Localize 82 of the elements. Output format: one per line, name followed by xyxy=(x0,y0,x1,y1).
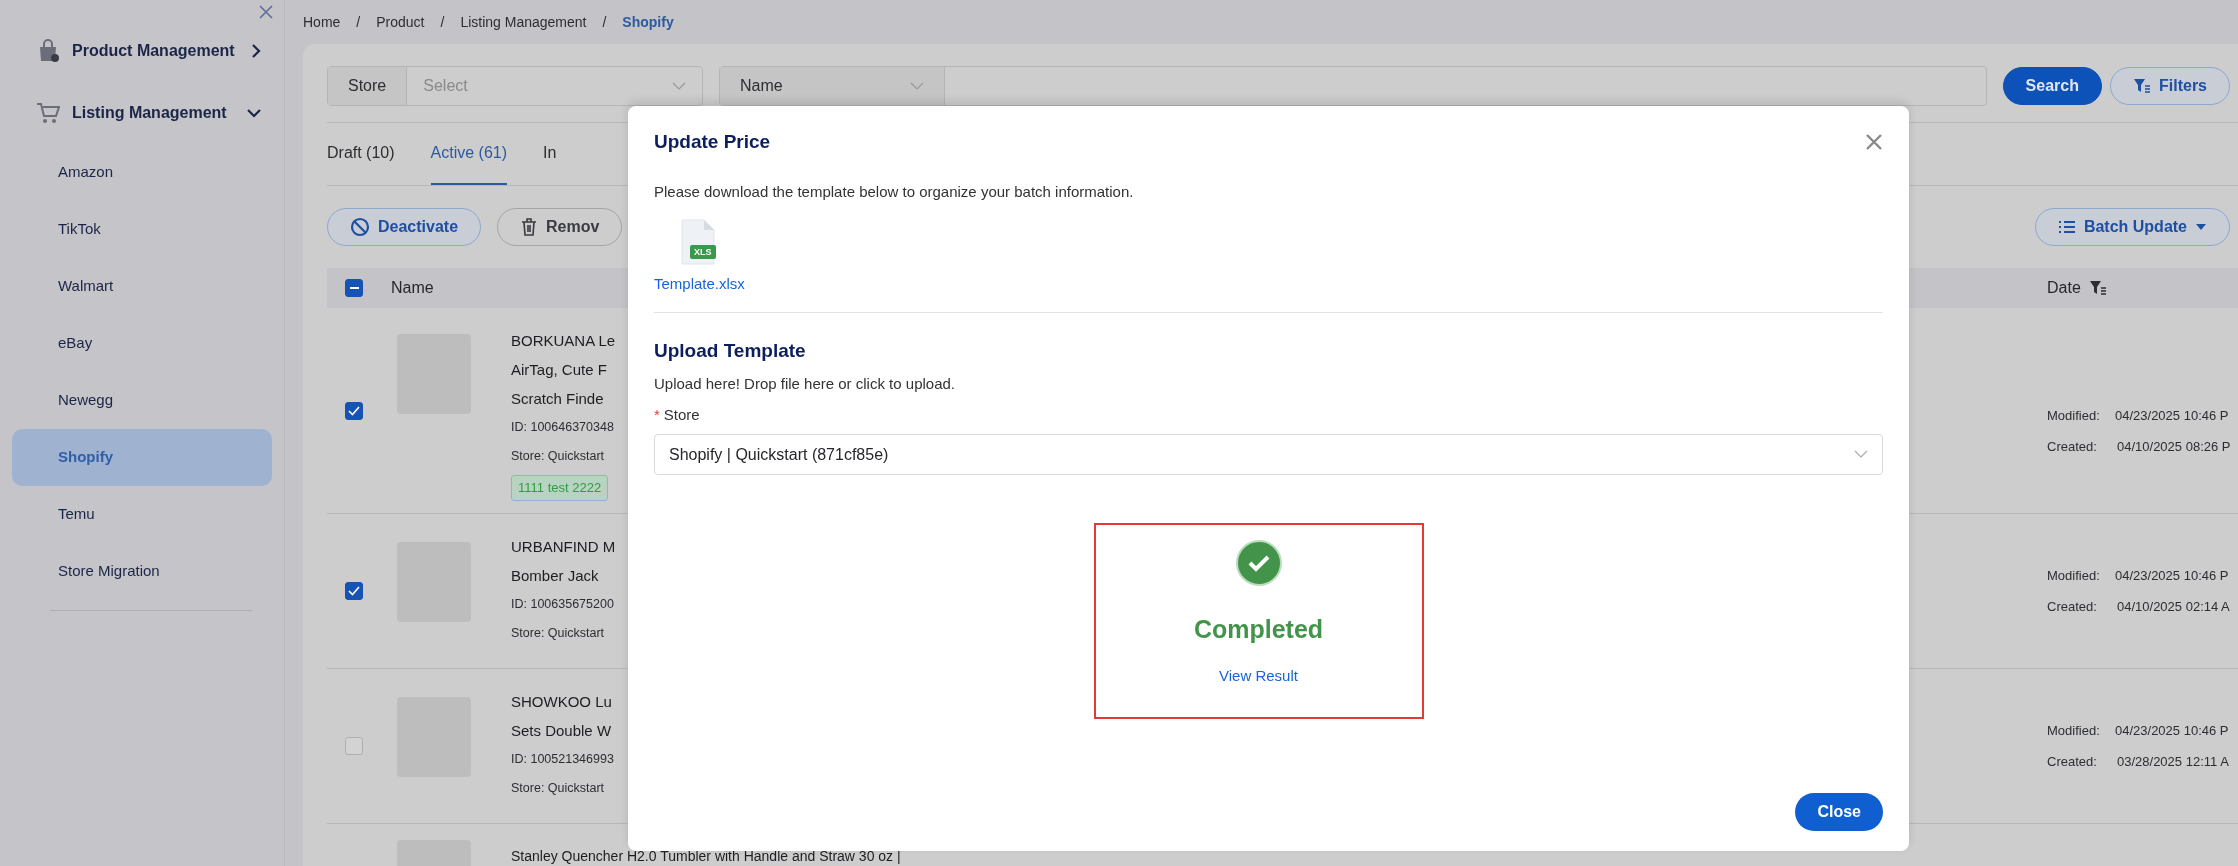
dialog-title: Update Price xyxy=(654,130,771,154)
section-title: Upload Template xyxy=(654,338,807,363)
batch-update-button[interactable]: Batch Update xyxy=(2034,208,2230,246)
modified-date: 04/23/2025 10:46 P xyxy=(2115,406,2229,425)
sidebar-item[interactable]: Store Migration xyxy=(12,543,272,600)
created-date: 04/10/2025 08:26 P xyxy=(2117,437,2231,456)
sidebar-group[interactable]: Listing Management xyxy=(0,82,284,144)
modified-date: 04/23/2025 10:46 P xyxy=(2115,722,2229,740)
breadcrumb-separator: / xyxy=(602,12,607,32)
row-checkbox[interactable] xyxy=(345,582,363,600)
close-icon[interactable] xyxy=(1865,133,1883,152)
breadcrumb-link[interactable]: Product xyxy=(376,11,425,33)
column-header: Date xyxy=(2047,278,2081,298)
file-link[interactable]: Template.xlsx xyxy=(654,273,1883,296)
product-title: AirTag, Cute F xyxy=(511,360,608,380)
filters-button[interactable]: Filters xyxy=(2110,67,2230,105)
product-store: Store: Quickstart xyxy=(511,780,606,797)
store-select[interactable]: Shopify | Quickstart (871cf85e) xyxy=(654,434,1883,475)
filter-icon[interactable] xyxy=(2088,280,2107,296)
list-icon xyxy=(2057,220,2076,234)
search-field[interactable]: Name xyxy=(719,66,1987,106)
product-id: ID: 100521346993 xyxy=(511,751,614,768)
file-type-label: XLS xyxy=(694,246,712,259)
tab[interactable]: Active (61) xyxy=(430,123,508,185)
created-label: Created: xyxy=(2047,437,2098,456)
chevron-down-icon xyxy=(910,81,924,91)
filter-icon xyxy=(2133,78,2151,94)
trash-icon xyxy=(520,217,539,237)
breadcrumb-separator: / xyxy=(440,12,445,32)
modified-label: Modified: xyxy=(2047,567,2101,585)
search-button[interactable]: Search xyxy=(2002,67,2102,105)
product-id: ID: 100646370348 xyxy=(511,419,615,436)
breadcrumb-link[interactable]: Listing Management xyxy=(460,11,587,33)
sidebar-item[interactable]: Temu xyxy=(12,486,272,543)
field-label: Store xyxy=(663,404,700,425)
sidebar-group[interactable]: Product Management xyxy=(0,20,284,82)
product-title: SHOWKOO Lu xyxy=(511,692,613,712)
tab[interactable]: Draft (10) xyxy=(327,123,395,185)
product-title: BORKUANA Le xyxy=(511,331,616,351)
chevron-down-icon xyxy=(1854,450,1868,459)
breadcrumb-separator: / xyxy=(356,12,361,32)
created-label: Created: xyxy=(2047,753,2098,771)
instruction-text: Please download the template below to organize your batch information. xyxy=(654,181,1135,202)
close-icon[interactable] xyxy=(258,4,274,20)
modified-date: 04/23/2025 10:46 P xyxy=(2115,567,2229,585)
cart-icon xyxy=(36,101,60,125)
deactivate-button[interactable]: Deactivate xyxy=(327,208,482,246)
remove-button[interactable]: Remov xyxy=(497,208,623,246)
tab[interactable]: In xyxy=(543,123,557,185)
required-mark: * xyxy=(654,404,660,425)
created-label: Created: xyxy=(2047,598,2098,616)
ban-icon xyxy=(350,217,370,237)
close-button[interactable]: Close xyxy=(1795,793,1883,831)
product-id: ID: 100635675200 xyxy=(511,596,615,613)
column-header: Name xyxy=(391,278,434,298)
row-checkbox[interactable] xyxy=(345,401,363,420)
row-checkbox[interactable] xyxy=(345,737,363,755)
store-filter[interactable]: Store Select xyxy=(327,66,703,106)
product-store: Store: Quickstart xyxy=(511,625,606,642)
modified-label: Modified: xyxy=(2047,406,2101,425)
caret-down-icon xyxy=(2195,223,2207,231)
sidebar-item[interactable]: TikTok xyxy=(12,201,272,258)
sidebar-item[interactable]: Newegg xyxy=(12,372,272,429)
breadcrumb-link[interactable]: Home xyxy=(303,11,341,33)
upload-hint: Upload here! Drop file here or click to upload. xyxy=(654,374,956,394)
created-date: 04/10/2025 02:14 A xyxy=(2117,598,2230,616)
sidebar-item[interactable]: Walmart xyxy=(12,258,272,315)
chevron-down-icon xyxy=(672,81,686,91)
view-result-link[interactable]: View Result xyxy=(1219,664,1298,687)
tag: 1111 test 2222 xyxy=(511,475,609,501)
product-title: Sets Double W xyxy=(511,721,613,741)
spreadsheet-file-icon xyxy=(678,219,718,265)
created-date: 03/28/2025 12:11 A xyxy=(2117,753,2229,771)
product-title: Scratch Finde xyxy=(511,389,605,409)
sidebar-item[interactable]: eBay xyxy=(12,315,272,372)
product-title: URBANFIND M xyxy=(511,537,616,557)
status-text: Completed xyxy=(1193,614,1324,645)
product-title: Bomber Jack xyxy=(511,566,600,586)
sidebar-item[interactable]: Amazon xyxy=(12,144,272,201)
select-all-checkbox[interactable] xyxy=(345,279,363,297)
product-store: Store: Quickstart xyxy=(511,448,606,465)
modified-label: Modified: xyxy=(2047,722,2101,740)
